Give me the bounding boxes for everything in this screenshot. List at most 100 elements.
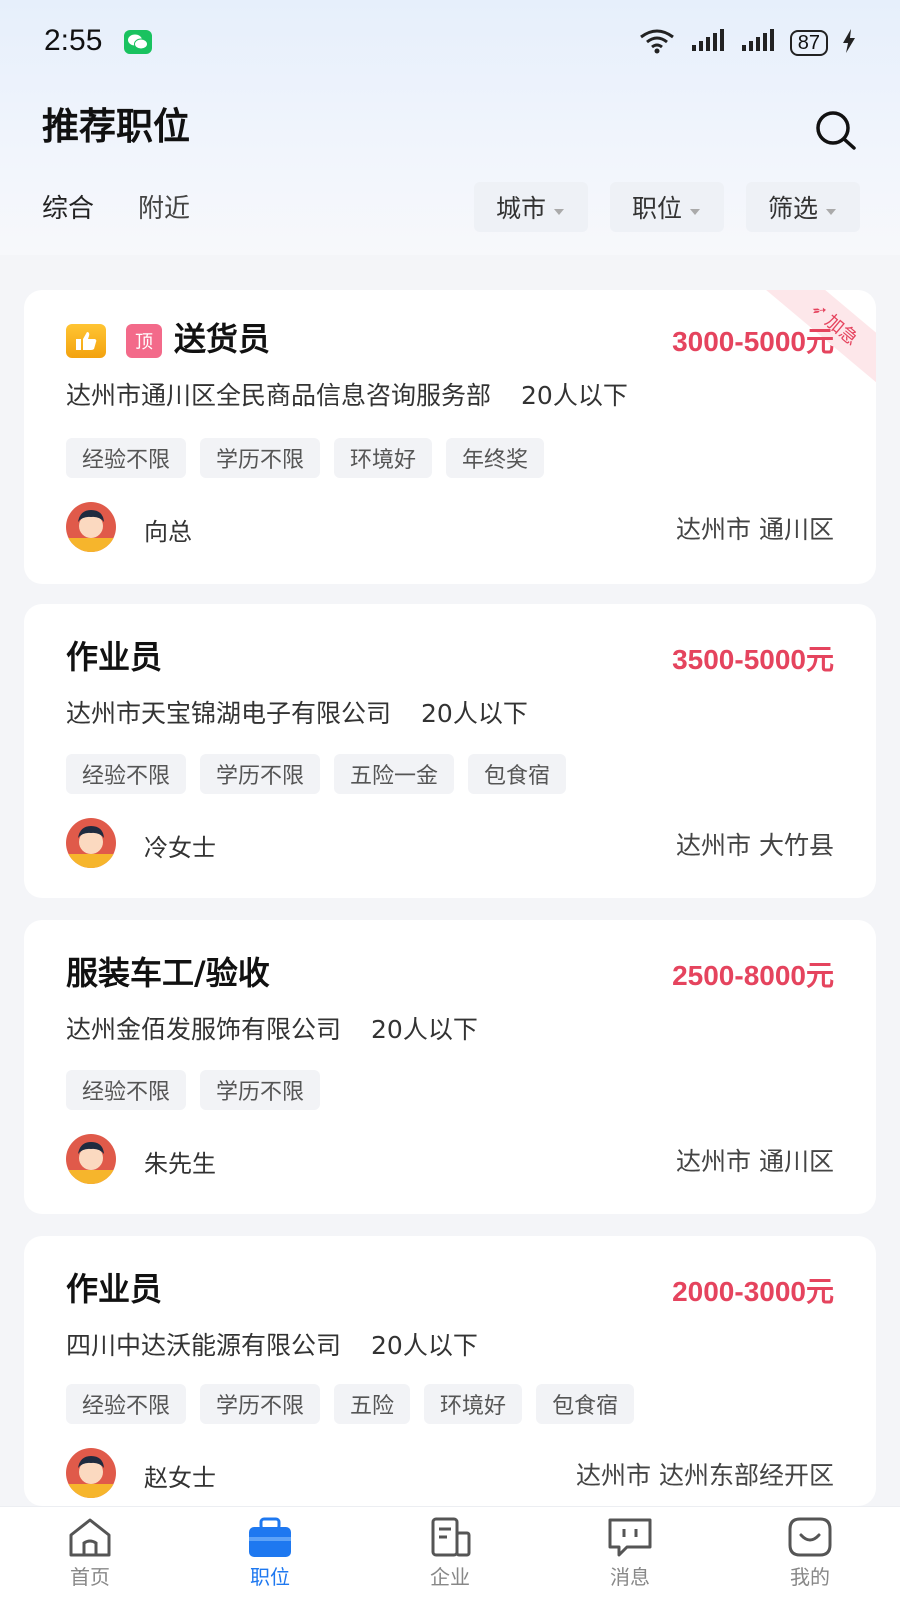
- job-location: 达州市 通川区: [676, 1147, 834, 1176]
- building-icon: [431, 1517, 471, 1557]
- job-tag: 经验不限: [66, 1384, 187, 1424]
- dropdown-arrow-icon: [689, 209, 700, 215]
- company-size: 20人以下: [371, 1331, 478, 1360]
- nav-profile[interactable]: 我的: [720, 1507, 900, 1600]
- page-title: 推荐职位: [42, 105, 190, 148]
- job-tag: 学历不限: [200, 1384, 321, 1424]
- job-tag: 经验不限: [66, 754, 187, 794]
- job-title: 作业员: [66, 638, 163, 676]
- recruiter-name: 冷女士: [144, 834, 216, 862]
- recruiter-avatar: [66, 1134, 116, 1184]
- job-card[interactable]: 作业员 3500-5000元 达州市天宝锦湖电子有限公司 20人以下 经验不限 学…: [24, 604, 876, 898]
- briefcase-icon: [249, 1517, 291, 1557]
- company-size: 20人以下: [521, 381, 628, 410]
- nav-companies[interactable]: 企业: [360, 1507, 540, 1600]
- job-tag: 学历不限: [200, 438, 321, 478]
- nav-label: 我的: [790, 1565, 830, 1589]
- job-tag: 学历不限: [200, 754, 321, 794]
- job-tag: 环境好: [424, 1384, 523, 1424]
- company-size: 20人以下: [371, 1015, 478, 1044]
- status-time: 2:55: [44, 24, 103, 57]
- recruiter-name: 赵女士: [144, 1464, 216, 1492]
- job-salary: 3000-5000元: [672, 326, 834, 357]
- wifi-icon: [638, 28, 676, 58]
- battery-indicator: 87: [789, 30, 828, 56]
- job-tag: 环境好: [334, 438, 433, 478]
- job-location: 达州市 通川区: [676, 515, 834, 544]
- job-tags: 经验不限 学历不限 环境好 年终奖: [66, 438, 545, 478]
- job-location: 达州市 达州东部经开区: [576, 1461, 834, 1490]
- job-company: 四川中达沃能源有限公司 20人以下: [66, 1326, 478, 1362]
- wechat-icon: [124, 30, 152, 54]
- job-title: 服装车工/验收: [66, 954, 270, 992]
- search-icon: [816, 111, 856, 150]
- job-company: 达州金佰发服饰有限公司 20人以下: [66, 1010, 478, 1046]
- job-card[interactable]: 服装车工/验收 2500-8000元 达州金佰发服饰有限公司 20人以下 经验不限…: [24, 920, 876, 1214]
- job-tags: 经验不限 学历不限 五险一金 包食宿: [66, 754, 567, 794]
- battery-level: 87: [797, 31, 820, 54]
- job-tag: 年终奖: [446, 438, 545, 478]
- job-tag: 学历不限: [200, 1070, 321, 1110]
- nav-home[interactable]: 首页: [0, 1507, 180, 1600]
- job-tag: 包食宿: [536, 1384, 635, 1424]
- job-card[interactable]: 作业员 2000-3000元 四川中达沃能源有限公司 20人以下 经验不限 学历不…: [24, 1236, 876, 1506]
- nav-label: 职位: [250, 1565, 290, 1589]
- nav-label: 消息: [610, 1565, 650, 1589]
- job-salary: 2500-8000元: [672, 960, 834, 991]
- filter-city-button[interactable]: 城市: [473, 182, 588, 232]
- recruiter-name: 朱先生: [144, 1150, 216, 1178]
- job-salary: 2000-3000元: [672, 1276, 834, 1307]
- job-salary: 3500-5000元: [672, 644, 834, 675]
- search-button[interactable]: [812, 106, 860, 154]
- job-company: 达州市通川区全民商品信息咨询服务部 20人以下: [66, 376, 628, 412]
- company-name: 达州金佰发服饰有限公司: [66, 1015, 342, 1044]
- dropdown-arrow-icon: [826, 209, 836, 215]
- tab-overall[interactable]: 综合: [42, 188, 94, 225]
- job-company: 达州市天宝锦湖电子有限公司 20人以下: [66, 694, 528, 730]
- filter-bar: 城市 职位 筛选: [473, 182, 860, 232]
- filter-more-button[interactable]: 筛选: [745, 182, 860, 232]
- company-name: 四川中达沃能源有限公司: [66, 1331, 342, 1360]
- dropdown-arrow-icon: [553, 209, 564, 215]
- status-bar: 2:55 87: [0, 0, 900, 84]
- filter-label: 城市: [495, 194, 546, 223]
- recruiter-avatar: [66, 818, 116, 868]
- job-tag: 五险: [334, 1384, 411, 1424]
- recruiter-avatar: [66, 502, 116, 552]
- job-title: 作业员: [66, 1270, 163, 1308]
- job-card[interactable]: ➶ 加急 顶 送货员 3000-5000元 达州市通川区全民商品信息咨询服务部 2…: [24, 290, 876, 584]
- thumbs-up-icon: [66, 324, 106, 358]
- nav-label: 企业: [430, 1565, 470, 1589]
- recruiter-name: 向总: [144, 518, 192, 546]
- filter-label: 职位: [631, 194, 682, 223]
- message-icon: [608, 1518, 652, 1557]
- job-tag: 包食宿: [468, 754, 567, 794]
- signal-icon: [690, 29, 726, 57]
- job-tag: 经验不限: [66, 438, 187, 478]
- company-name: 达州市通川区全民商品信息咨询服务部: [66, 381, 492, 410]
- profile-icon: [788, 1517, 832, 1557]
- job-title: 送货员: [174, 320, 271, 358]
- nav-label: 首页: [70, 1565, 110, 1589]
- pinned-top-icon: 顶: [126, 324, 162, 358]
- nav-messages[interactable]: 消息: [540, 1507, 720, 1600]
- job-tag: 经验不限: [66, 1070, 187, 1110]
- company-size: 20人以下: [421, 699, 528, 728]
- tab-nearby[interactable]: 附近: [138, 188, 190, 225]
- company-name: 达州市天宝锦湖电子有限公司: [66, 699, 392, 728]
- job-tag: 五险一金: [334, 754, 455, 794]
- home-icon: [69, 1518, 111, 1557]
- bottom-nav: 首页 职位 企业 消息 我的: [0, 1506, 900, 1600]
- signal-icon-2: [740, 29, 776, 57]
- job-location: 达州市 大竹县: [676, 831, 834, 860]
- nav-jobs[interactable]: 职位: [180, 1507, 360, 1600]
- recruiter-avatar: [66, 1448, 116, 1498]
- charging-icon: [842, 29, 856, 57]
- job-tags: 经验不限 学历不限: [66, 1070, 321, 1110]
- job-badges: 顶: [66, 324, 162, 358]
- job-tags: 经验不限 学历不限 五险 环境好 包食宿: [66, 1384, 635, 1424]
- tab-bar: 综合 附近: [42, 188, 190, 225]
- filter-position-button[interactable]: 职位: [609, 182, 724, 232]
- status-icons: 87: [638, 28, 856, 58]
- filter-label: 筛选: [767, 194, 818, 223]
